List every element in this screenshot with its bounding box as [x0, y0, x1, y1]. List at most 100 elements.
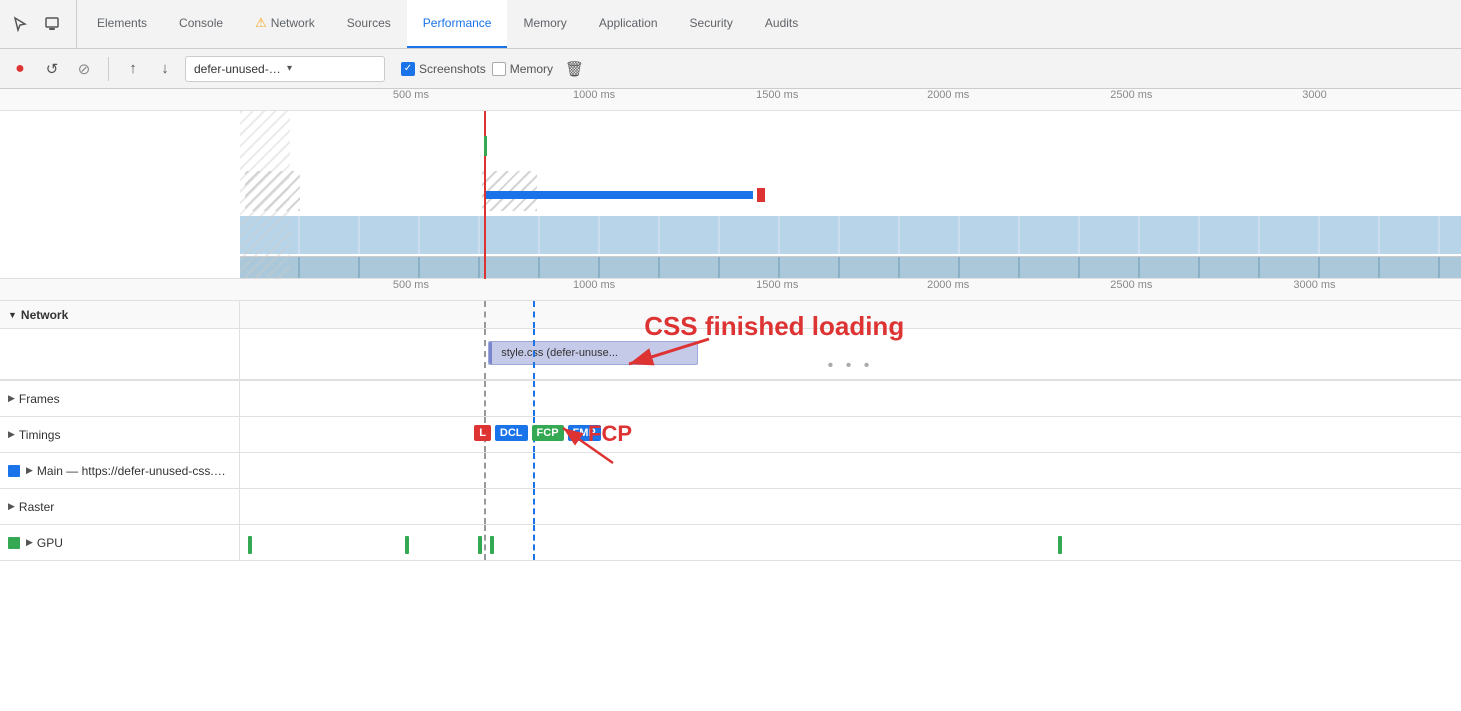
network-label: Network	[21, 308, 68, 322]
cursor-icon[interactable]	[8, 12, 32, 36]
raster-label-cell: ▶ Raster	[0, 489, 240, 524]
bottom-panel: ▼ Network	[0, 301, 1461, 711]
frames-label: Frames	[19, 392, 60, 406]
main-expand-arrow[interactable]: ▶	[26, 465, 33, 476]
bottom-ruler-500: 500 ms	[393, 279, 429, 291]
tab-security-label: Security	[690, 16, 733, 30]
screenshots-checkbox[interactable]: ✓ Screenshots	[401, 62, 486, 76]
ruler-label-2000: 2000 ms	[927, 89, 969, 101]
memory-label: Memory	[510, 62, 553, 76]
ruler-label-1000: 1000 ms	[573, 89, 615, 101]
gpu-bar-4	[490, 536, 494, 554]
badge-l[interactable]: L	[474, 425, 491, 441]
raster-track	[240, 489, 1461, 524]
screenshots-label: Screenshots	[419, 62, 486, 76]
devtools-root: Elements Console ⚠ Network Sources Perfo…	[0, 0, 1461, 711]
clear-button[interactable]: 🗑	[565, 60, 584, 78]
memory-checkbox-box	[492, 62, 506, 76]
bottom-ruler: 500 ms 1000 ms 1500 ms 2000 ms 2500 ms 3…	[0, 279, 1461, 301]
tab-network[interactable]: ⚠ Network	[239, 0, 331, 48]
toolbar: ● ↺ ⊘ ↑ ↓ defer-unused-css.glitch.... ▾ …	[0, 49, 1461, 89]
tab-network-label: Network	[271, 16, 315, 30]
ruler-label-3000-top: 3000	[1302, 89, 1326, 101]
tab-application-label: Application	[599, 16, 658, 30]
tab-security[interactable]: Security	[674, 0, 749, 48]
main-dashed-gray	[484, 453, 486, 488]
gpu-dashed-gray	[484, 525, 486, 560]
bottom-ruler-2000: 2000 ms	[927, 279, 969, 291]
tab-bar: Elements Console ⚠ Network Sources Perfo…	[0, 0, 1461, 49]
main-dashed-blue	[533, 453, 535, 488]
frames-dashed-gray	[484, 381, 486, 416]
memory-checkbox[interactable]: Memory	[492, 62, 553, 76]
gpu-bar-5	[1058, 536, 1062, 554]
badge-dcl[interactable]: DCL	[495, 425, 528, 441]
raster-section-row: ▶ Raster	[0, 489, 1461, 525]
tab-memory-label: Memory	[523, 16, 566, 30]
tab-application[interactable]: Application	[583, 0, 674, 48]
raster-dashed-gray	[484, 489, 486, 524]
css-finished-label: CSS finished loading	[644, 311, 904, 342]
css-bar-left-border	[489, 342, 492, 364]
timeline-content	[0, 111, 1461, 279]
network-label-cell: ▼ Network	[0, 301, 240, 328]
gpu-section-row: ▶ GPU	[0, 525, 1461, 561]
dashed-blue-2	[533, 329, 535, 379]
hatch-area	[240, 111, 290, 279]
network-section: ▼ Network	[0, 301, 1461, 381]
gpu-bar-2	[405, 536, 409, 554]
tab-elements[interactable]: Elements	[81, 0, 163, 48]
tab-performance-label: Performance	[423, 16, 492, 30]
main-section-row: ▶ Main — https://defer-unused-css.glitch…	[0, 453, 1461, 489]
url-selector[interactable]: defer-unused-css.glitch.... ▾	[185, 56, 385, 82]
network-bar-end-marker	[757, 188, 765, 202]
upload-button[interactable]: ↑	[121, 57, 145, 81]
tab-sources[interactable]: Sources	[331, 0, 407, 48]
top-ruler: 500 ms 1000 ms 1500 ms 2000 ms 2500 ms 3…	[0, 89, 1461, 111]
ruler-label-1500: 1500 ms	[756, 89, 798, 101]
network-track-content: style.css (defer-unuse... CSS finished l…	[240, 329, 1461, 379]
frames-dashed-blue	[533, 381, 535, 416]
tab-console-label: Console	[179, 16, 223, 30]
toolbar-separator-1	[108, 57, 109, 81]
ruler-label-500: 500 ms	[393, 89, 429, 101]
frames-section-row: ▶ Frames	[0, 381, 1461, 417]
download-button[interactable]: ↓	[153, 57, 177, 81]
frames-expand-arrow[interactable]: ▶	[8, 393, 15, 404]
frames-track	[240, 381, 1461, 416]
screenshot-strip-bg	[240, 216, 1461, 254]
tab-audits[interactable]: Audits	[749, 0, 814, 48]
dashed-gray-2	[484, 329, 486, 379]
raster-expand-arrow[interactable]: ▶	[8, 501, 15, 512]
timings-track: L DCL FCP FMP	[240, 417, 1461, 452]
network-expand-arrow[interactable]: ▼	[8, 310, 17, 320]
record-button[interactable]: ●	[8, 57, 32, 81]
tab-elements-label: Elements	[97, 16, 147, 30]
screenshot-strip-2	[240, 256, 1461, 279]
green-bar-top	[484, 136, 487, 156]
device-icon[interactable]	[40, 12, 64, 36]
main-label: Main — https://defer-unused-css.glitch.m…	[37, 464, 231, 478]
gpu-dashed-blue	[533, 525, 535, 560]
timeline-overview: 500 ms 1000 ms 1500 ms 2000 ms 2500 ms 3…	[0, 89, 1461, 279]
gpu-bar-3	[478, 536, 482, 554]
ruler-label-2500: 2500 ms	[1110, 89, 1152, 101]
tab-performance[interactable]: Performance	[407, 0, 508, 48]
dropdown-arrow-icon: ▾	[287, 63, 376, 74]
bottom-ruler-1500: 1500 ms	[756, 279, 798, 291]
tab-console[interactable]: Console	[163, 0, 239, 48]
main-track: FCP	[240, 453, 1461, 488]
bottom-ruler-3000: 3000 ms	[1293, 279, 1335, 291]
timings-expand-arrow[interactable]: ▶	[8, 429, 15, 440]
tab-memory[interactable]: Memory	[507, 0, 582, 48]
url-value: defer-unused-css.glitch....	[194, 62, 283, 76]
refresh-button[interactable]: ↺	[40, 57, 64, 81]
timings-label-cell: ▶ Timings	[0, 417, 240, 452]
network-track-row: style.css (defer-unuse... CSS finished l…	[0, 329, 1461, 379]
tab-sources-label: Sources	[347, 16, 391, 30]
bottom-ruler-1000: 1000 ms	[573, 279, 615, 291]
raster-dashed-blue	[533, 489, 535, 524]
gpu-label: GPU	[37, 536, 63, 550]
gpu-expand-arrow[interactable]: ▶	[26, 537, 33, 548]
stop-button[interactable]: ⊘	[72, 57, 96, 81]
